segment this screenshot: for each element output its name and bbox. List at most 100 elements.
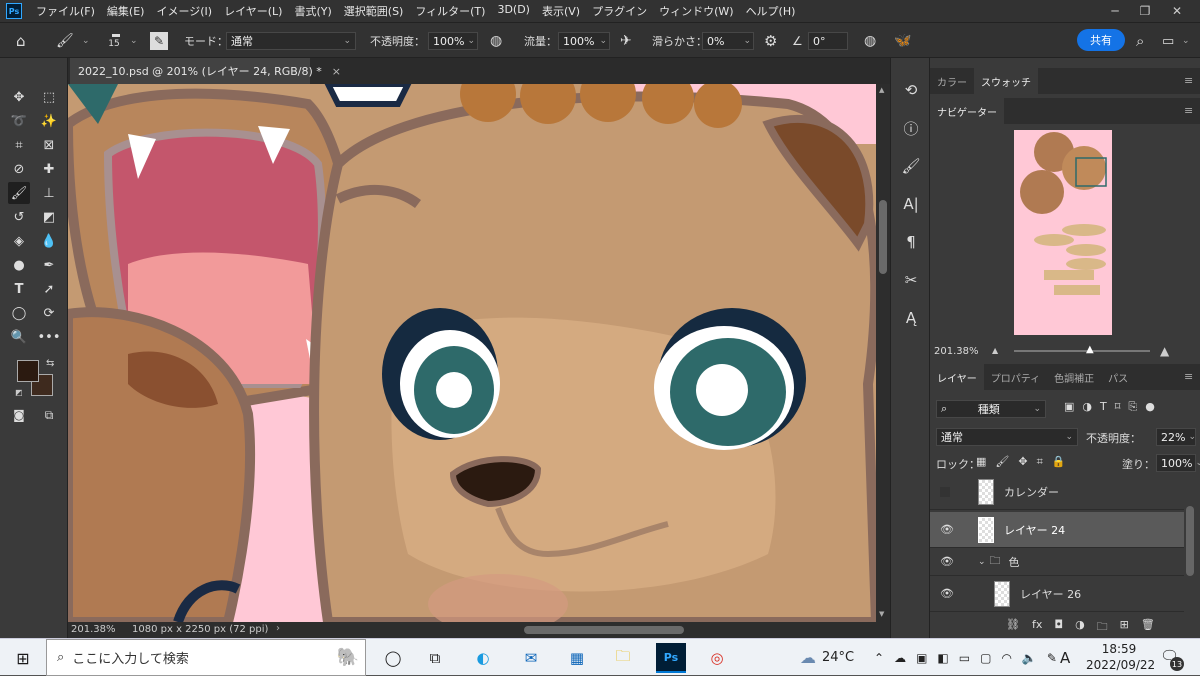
foreground-color-swatch[interactable] <box>17 360 39 382</box>
menu-item[interactable]: 表示(V) <box>536 3 586 19</box>
adjustment-layer-icon[interactable]: ◑ <box>1075 618 1085 637</box>
info-panel-icon[interactable]: ⓘ <box>899 116 923 140</box>
lasso-tool-icon[interactable]: ➰ <box>8 110 30 132</box>
menu-item[interactable]: ウィンドウ(W) <box>653 3 739 19</box>
eyedropper-icon[interactable]: ⊘ <box>8 158 30 180</box>
layer-filter-select[interactable]: ⌕ 種類 ⌄ <box>936 400 1046 418</box>
wifi-icon[interactable]: ◠ <box>1001 651 1011 665</box>
symmetry-icon[interactable]: 🦋 <box>894 23 911 59</box>
frame-tool-icon[interactable]: ⊠ <box>38 134 60 156</box>
horizontal-scroll-thumb[interactable] <box>524 626 684 634</box>
panel-menu-icon[interactable]: ≡ <box>1184 74 1193 87</box>
paragraph-panel-icon[interactable]: ¶ <box>899 230 923 254</box>
fx-icon[interactable]: fx <box>1032 618 1042 637</box>
menu-item[interactable]: ファイル(F) <box>30 3 101 19</box>
close-window-icon[interactable]: ✕ <box>1162 0 1192 22</box>
close-tab-icon[interactable]: × <box>332 65 341 78</box>
lock-artboard-icon[interactable]: ⌗ <box>1037 455 1043 469</box>
add-mask-icon[interactable]: ◘ <box>1054 618 1063 637</box>
gear-icon[interactable]: ⚙ <box>764 23 777 59</box>
layers-scroll-thumb[interactable] <box>1186 506 1194 576</box>
menu-item[interactable]: レイヤー(L) <box>218 3 288 19</box>
brush-tool-icon[interactable]: 🖌 <box>56 23 74 59</box>
filter-smart-object-icon[interactable]: ⎘ <box>1128 400 1137 414</box>
camera-icon[interactable]: ◧ <box>937 651 948 665</box>
ime-indicator[interactable]: A <box>1060 639 1070 676</box>
tab-paths[interactable]: パス <box>1101 364 1135 390</box>
store-icon[interactable]: ▦ <box>562 643 592 673</box>
windows-start-icon[interactable]: ⊞ <box>8 643 38 673</box>
pen-tool-icon[interactable]: ✒ <box>38 254 60 276</box>
menu-item[interactable]: 選択範囲(S) <box>338 3 410 19</box>
menu-item[interactable]: ヘルプ(H) <box>740 3 802 19</box>
canvas-area[interactable] <box>68 84 876 622</box>
layers-menu-icon[interactable]: ≡ <box>1184 370 1193 383</box>
new-layer-icon[interactable]: ⊞ <box>1120 618 1129 637</box>
filter-shape-icon[interactable]: ⌑ <box>1115 400 1121 414</box>
ellipse-tool-icon[interactable]: ◯ <box>8 302 30 324</box>
chevron-down-icon[interactable]: ⌄ <box>978 557 986 567</box>
stamp-tool-icon[interactable]: ⊥ <box>38 182 60 204</box>
pressure-opacity-icon[interactable]: ◍ <box>490 23 502 59</box>
mode-select[interactable]: 通常 ⌄ <box>226 23 356 59</box>
healing-brush-icon[interactable]: ✚ <box>38 158 60 180</box>
link-layers-icon[interactable]: ⛓ <box>1006 618 1020 637</box>
mail-icon[interactable]: ✉ <box>516 643 546 673</box>
swap-colors-icon[interactable]: ⇆ <box>46 358 54 369</box>
onedrive-icon[interactable]: ☁ <box>894 651 906 665</box>
weather-widget[interactable]: ☁ 24°C <box>800 639 854 676</box>
minimize-icon[interactable]: ─ <box>1100 0 1130 22</box>
path-selection-icon[interactable]: ➚ <box>38 278 60 300</box>
edge-icon[interactable]: ◐ <box>468 643 498 673</box>
status-zoom[interactable]: 201.38% <box>71 624 116 635</box>
lock-transparency-icon[interactable]: ▦ <box>976 455 986 469</box>
zoom-tool-icon[interactable]: 🔍 <box>8 326 30 348</box>
layer-row-layer-26[interactable]: 👁 レイヤー 26 <box>930 576 1184 612</box>
restore-icon[interactable]: ❐ <box>1130 0 1160 22</box>
crop-tool-icon[interactable]: ⌗ <box>8 134 30 156</box>
share-button[interactable]: 共有 <box>1077 29 1125 51</box>
tab-layers[interactable]: レイヤー <box>930 364 984 390</box>
vertical-scrollbar[interactable]: ▲ ▼ <box>876 84 890 622</box>
eraser-icon[interactable]: ◩ <box>38 206 60 228</box>
rotate-view-icon[interactable]: ⟳ <box>38 302 60 324</box>
cortana-icon[interactable]: ◯ <box>378 643 408 673</box>
brush-preset-dropdown[interactable]: ⌄ <box>82 23 90 59</box>
navigator-slider-handle[interactable]: ▲ <box>1086 344 1094 355</box>
volume-icon[interactable]: 🔈 <box>1022 651 1037 665</box>
workspace-icon[interactable]: ▭ <box>1162 23 1174 59</box>
blur-tool-icon[interactable]: 💧 <box>38 230 60 252</box>
filter-toggle-icon[interactable]: ● <box>1145 400 1155 414</box>
pen-icon[interactable]: ✎ <box>1047 651 1057 665</box>
filter-pixel-icon[interactable]: ▣ <box>1064 400 1074 414</box>
brush-settings-icon[interactable]: 🖌 <box>899 154 923 178</box>
layer-row-group-color[interactable]: 👁 ⌄ 🗀 色 <box>930 548 1184 576</box>
history-brush-icon[interactable]: ↺ <box>8 206 30 228</box>
trash-icon[interactable]: 🗑 <box>1141 618 1155 637</box>
tab-adjustments[interactable]: 色調補正 <box>1047 364 1101 390</box>
navigator-thumbnail[interactable] <box>1014 130 1112 335</box>
history-panel-icon[interactable]: ⟲ <box>899 78 923 102</box>
opacity-field[interactable]: 100% ⌄ <box>428 23 478 59</box>
chrome-icon[interactable]: ◎ <box>702 643 732 673</box>
brush-size-preview[interactable]: 15 <box>108 23 120 59</box>
file-explorer-icon[interactable]: 🗀 <box>608 643 638 673</box>
character-panel-icon[interactable]: A| <box>899 192 923 216</box>
menu-item[interactable]: 編集(E) <box>101 3 151 19</box>
magic-wand-icon[interactable]: ✨ <box>38 110 60 132</box>
eye-icon[interactable]: 👁 <box>940 587 954 600</box>
quick-mask-icon[interactable]: ◙ <box>8 404 30 426</box>
brush-size-dropdown[interactable]: ⌄ <box>130 23 138 59</box>
layer-row-calendar[interactable]: カレンダー <box>930 474 1184 510</box>
vertical-scroll-thumb[interactable] <box>879 200 887 274</box>
navigator-zoom-slider[interactable] <box>1014 350 1150 352</box>
chevron-up-icon[interactable]: ⌃ <box>874 651 884 665</box>
tab-properties[interactable]: プロパティ <box>984 364 1047 390</box>
photoshop-taskbar-icon[interactable]: Ps <box>656 643 686 673</box>
dodge-tool-icon[interactable]: ● <box>8 254 30 276</box>
tab-color[interactable]: カラー <box>930 68 974 94</box>
layer-row-layer-24[interactable]: 👁 レイヤー 24 <box>930 512 1184 548</box>
more-tools-icon[interactable]: ••• <box>38 326 61 348</box>
clock[interactable]: 18:59 2022/09/22 <box>1086 641 1155 673</box>
lock-all-icon[interactable]: 🔒 <box>1052 455 1066 469</box>
